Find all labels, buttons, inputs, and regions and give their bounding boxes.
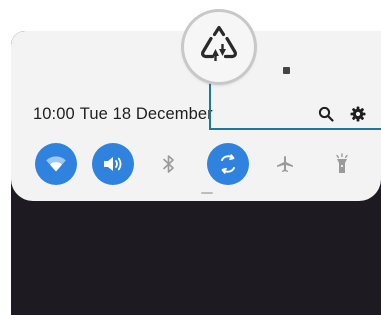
zoom-callout xyxy=(184,12,254,82)
flashlight-icon xyxy=(334,153,350,175)
rotate-icon xyxy=(217,153,239,175)
bluetooth-icon xyxy=(162,154,176,174)
quick-toggle-row xyxy=(11,143,381,185)
status-indicator-icon xyxy=(283,67,290,74)
wifi-toggle[interactable] xyxy=(35,143,77,185)
clock-time: 10:00 xyxy=(33,105,75,123)
bluetooth-toggle[interactable] xyxy=(148,143,190,185)
airplane-icon xyxy=(275,154,295,174)
date-time-display[interactable]: 10:00 Tue 18 December xyxy=(33,105,213,124)
screenshot-canvas: 10:00 Tue 18 December xyxy=(0,0,381,315)
wifi-icon xyxy=(45,155,67,173)
clock-date: Tue 18 December xyxy=(79,105,213,123)
flashlight-toggle[interactable] xyxy=(321,143,363,185)
gear-icon[interactable] xyxy=(350,106,366,122)
auto-rotate-toggle[interactable] xyxy=(207,143,249,185)
airplane-mode-toggle[interactable] xyxy=(264,143,306,185)
data-saver-icon xyxy=(198,25,240,70)
sound-toggle[interactable] xyxy=(92,143,134,185)
speaker-icon xyxy=(102,155,124,173)
panel-drag-handle[interactable] xyxy=(201,192,213,194)
search-icon[interactable] xyxy=(318,106,334,122)
